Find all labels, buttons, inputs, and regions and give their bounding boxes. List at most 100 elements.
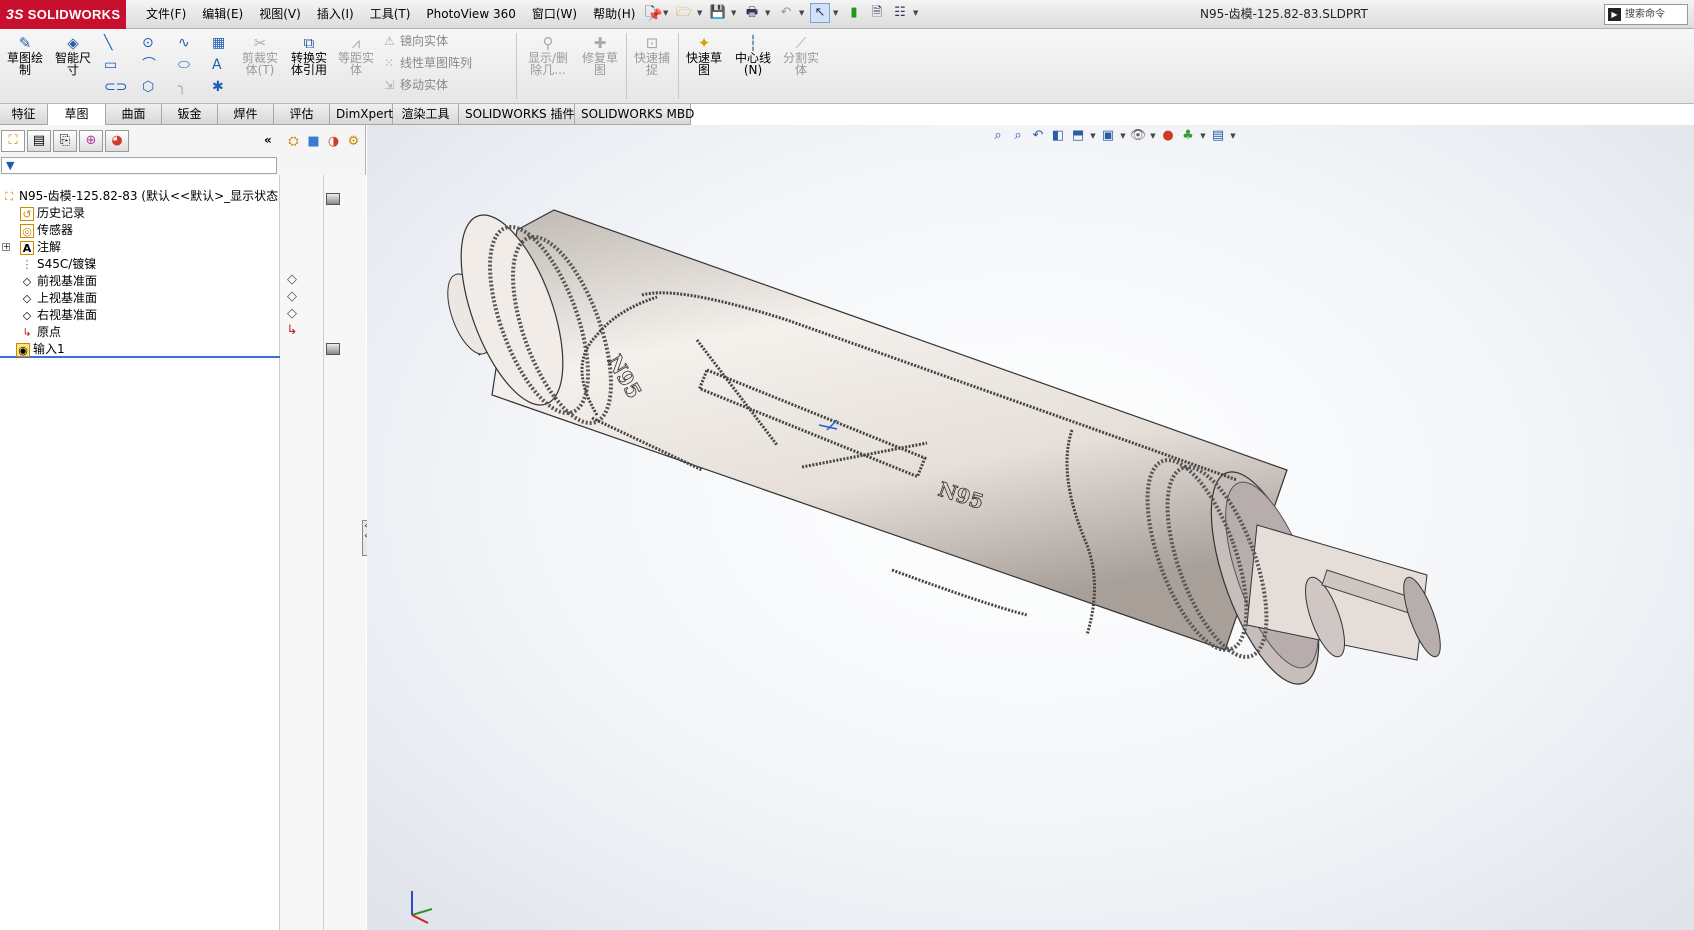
filter-icon: ▼ xyxy=(6,159,15,172)
circle-icon[interactable]: ⊙ xyxy=(142,35,154,51)
tree-item-origin[interactable]: ↳ 原点 xyxy=(20,323,61,341)
assembly-icon[interactable]: ⛭ xyxy=(284,132,303,151)
appearance-icon[interactable]: ◑ xyxy=(324,132,343,151)
tab-solidworks-addins[interactable]: SOLIDWORKS 插件 xyxy=(459,104,575,125)
arc-icon[interactable]: ⌒ xyxy=(142,57,156,73)
split-entities-button[interactable]: ⟋ 分割实 体 xyxy=(780,35,822,76)
spline-icon[interactable]: ∿ xyxy=(178,35,190,51)
chevron-down-icon[interactable]: ▼ xyxy=(663,9,671,17)
menu-window[interactable]: 窗口(W) xyxy=(524,0,585,29)
collapse-pane-icon[interactable]: « xyxy=(264,133,272,147)
dimxpert-manager-tab-icon[interactable]: ⊕ xyxy=(79,130,103,152)
print-icon[interactable]: 🖶 xyxy=(742,3,762,23)
solidworks-logo[interactable]: 3S SOLIDWORKS xyxy=(0,0,126,29)
chevron-down-icon[interactable]: ▼ xyxy=(913,9,921,17)
quick-snaps-button[interactable]: ⊡ 快速捕 捉 xyxy=(632,35,672,76)
chevron-down-icon[interactable]: ▼ xyxy=(731,9,739,17)
tree-item-sensors[interactable]: ◎ 传感器 xyxy=(20,221,73,239)
body-display-icon[interactable] xyxy=(326,343,340,355)
centerline-button[interactable]: ┆ 中心线 (N) xyxy=(732,35,774,76)
feature-manager-tab-icon[interactable]: ⛶ xyxy=(1,130,25,152)
graphics-area[interactable]: ⌕ ⌕ ↶ ◧ ⬒ ▼ ▣ ▼ 👁 ▼ ● ♣ ▼ ▤ ▼ N95 N95 xyxy=(367,125,1694,930)
slot-icon[interactable]: ⊂⊃ xyxy=(104,79,127,95)
origin-visibility-icon[interactable]: ↳ xyxy=(284,323,300,339)
rapid-sketch-button[interactable]: ✦ 快速草 图 xyxy=(684,35,724,76)
tree-filter-input[interactable]: ▼ xyxy=(1,157,277,174)
repair-sketch-button[interactable]: ✚ 修复草 图 xyxy=(580,35,620,76)
tree-item-material[interactable]: ⋮ S45C/镀镍 xyxy=(20,255,97,273)
mirror-entities-button[interactable]: ⚠ 镜向实体 xyxy=(384,34,448,48)
tree-item-annotations[interactable]: A 注解 xyxy=(20,238,61,256)
tree-item-import1[interactable]: ◉ 输入1 xyxy=(0,340,280,358)
chevron-down-icon[interactable]: ▼ xyxy=(765,9,773,17)
tree-root-part[interactable]: ⛶ N95-齿模-125.82-83 (默认<<默认>_显示状态 1>) xyxy=(2,187,304,205)
expand-annotations-icon[interactable]: + xyxy=(2,243,10,251)
undo-icon[interactable]: ↶ xyxy=(776,3,796,23)
convert-entities-button[interactable]: ⧉ 转换实 体引用 xyxy=(288,35,330,76)
split-icon: ⟋ xyxy=(795,34,807,52)
select-pointer-icon[interactable]: ↖ xyxy=(810,3,830,23)
search-commands-input[interactable]: ▶ 搜索命令 xyxy=(1604,4,1688,25)
fillet-icon[interactable]: ╮ xyxy=(178,79,186,95)
plane-visibility-icon[interactable]: ◇ xyxy=(284,272,300,288)
sketch-button[interactable]: ✎ 草图绘 制 xyxy=(4,35,46,76)
tree-item-top-plane[interactable]: ◇ 上视基准面 xyxy=(20,289,97,307)
body-display-icon[interactable] xyxy=(326,193,340,205)
chevron-down-icon[interactable]: ▼ xyxy=(833,9,841,17)
menu-help[interactable]: 帮助(H) xyxy=(585,0,643,29)
file-properties-icon[interactable]: 🗎 xyxy=(867,3,887,23)
menu-tools[interactable]: 工具(T) xyxy=(362,0,419,29)
rebuild-icon[interactable]: ▮ xyxy=(844,3,864,23)
tab-sketch[interactable]: 草图 xyxy=(48,104,106,125)
feature-manager-pane: ⛶ ▤ ⎘ ⊕ ◕ « ⛭ ■ ◑ ⚙ ▼ ⛶ N95-齿模-125.82-83 … xyxy=(0,125,366,930)
tab-evaluate[interactable]: 评估 xyxy=(274,104,330,125)
save-icon[interactable]: 💾 xyxy=(708,3,728,23)
move-icon: ⇲ xyxy=(384,78,395,92)
line-icon[interactable]: ╲ xyxy=(104,35,112,51)
tree-item-history[interactable]: ↺ 历史记录 xyxy=(20,204,85,222)
solid-body-icon[interactable]: ■ xyxy=(304,132,323,151)
trim-entities-button[interactable]: ✂ 剪裁实 体(T) xyxy=(240,35,280,76)
tab-solidworks-mbd[interactable]: SOLIDWORKS MBD xyxy=(575,104,694,125)
move-entities-button[interactable]: ⇲ 移动实体 xyxy=(384,78,448,92)
tab-dimxpert[interactable]: DimXpert xyxy=(330,104,393,125)
linear-pattern-button[interactable]: ⁙ 线性草图阵列 xyxy=(384,56,472,70)
polygon-icon[interactable]: ⬡ xyxy=(142,79,154,95)
display-column xyxy=(324,175,366,930)
centerline-icon: ┆ xyxy=(748,34,758,52)
property-manager-tab-icon[interactable]: ▤ xyxy=(27,130,51,152)
hatch-icon[interactable]: ▦ xyxy=(212,35,225,51)
configuration-manager-tab-icon[interactable]: ⎘ xyxy=(53,130,77,152)
text-icon[interactable]: A xyxy=(212,57,222,73)
tab-surfaces[interactable]: 曲面 xyxy=(106,104,162,125)
tree-item-right-plane[interactable]: ◇ 右视基准面 xyxy=(20,306,97,324)
tab-features[interactable]: 特征 xyxy=(0,104,48,125)
command-manager: ✎ 草图绘 制 ◈ 智能尺 寸 ╲ ⊙ ∿ ▦ ▭ ⌒ ⬭ A ⊂⊃ ⬡ ╮ ✱ ✂… xyxy=(0,29,1694,104)
open-folder-icon[interactable]: 🗁 xyxy=(674,3,694,23)
menu-view[interactable]: 视图(V) xyxy=(251,0,309,29)
plane-visibility-icon[interactable]: ◇ xyxy=(284,289,300,305)
chevron-down-icon[interactable]: ▼ xyxy=(799,9,807,17)
display-delete-relations-button[interactable]: ⚲ 显示/删 除几... xyxy=(524,35,572,76)
new-file-icon[interactable]: 🗋 xyxy=(640,3,660,23)
tab-sheet-metal[interactable]: 钣金 xyxy=(162,104,218,125)
plane-visibility-icon[interactable]: ◇ xyxy=(284,306,300,322)
tab-render-tools[interactable]: 渲染工具 xyxy=(393,104,459,125)
scene-icon[interactable]: ⚙ xyxy=(344,132,363,151)
rectangle-icon[interactable]: ▭ xyxy=(104,57,117,73)
part-model[interactable]: N95 N95 xyxy=(367,125,1694,930)
display-manager-tab-icon[interactable]: ◕ xyxy=(105,130,129,152)
smart-dimension-button[interactable]: ◈ 智能尺 寸 xyxy=(52,35,94,76)
tree-item-front-plane[interactable]: ◇ 前视基准面 xyxy=(20,272,97,290)
point-icon[interactable]: ✱ xyxy=(212,79,224,95)
menu-photoview[interactable]: PhotoView 360 xyxy=(418,0,523,29)
menu-insert[interactable]: 插入(I) xyxy=(309,0,362,29)
ellipse-icon[interactable]: ⬭ xyxy=(178,57,190,73)
offset-entities-button[interactable]: ⩘ 等距实 体 xyxy=(336,35,376,76)
chevron-down-icon[interactable]: ▼ xyxy=(697,9,705,17)
tab-weldments[interactable]: 焊件 xyxy=(218,104,274,125)
menu-file[interactable]: 文件(F) xyxy=(138,0,194,29)
menu-edit[interactable]: 编辑(E) xyxy=(194,0,251,29)
linear-pattern-icon: ⁙ xyxy=(384,56,395,70)
options-icon[interactable]: ☷ xyxy=(890,3,910,23)
